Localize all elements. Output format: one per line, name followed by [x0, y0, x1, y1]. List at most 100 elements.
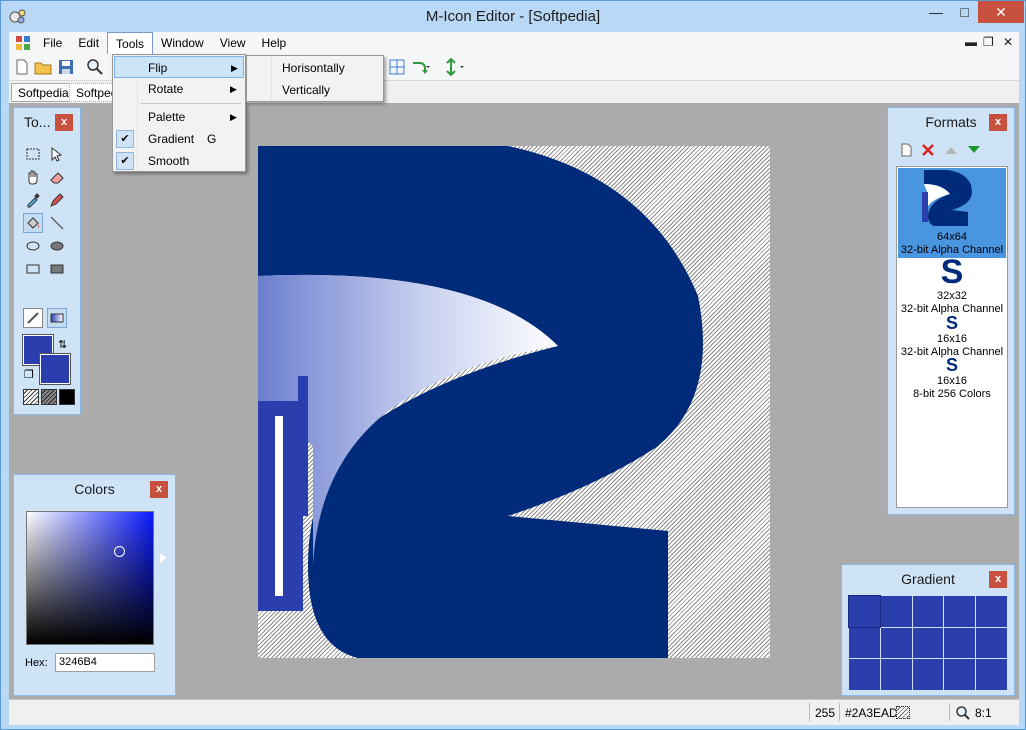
menu-window[interactable]: Window [153, 32, 212, 54]
close-button[interactable]: ✕ [978, 1, 1024, 23]
hex-label: Hex: [25, 657, 48, 669]
grid-icon[interactable] [388, 58, 406, 76]
gradient-panel: Gradient x [841, 564, 1015, 696]
gradient-swatch[interactable] [849, 659, 880, 690]
gradient-swatch[interactable] [880, 627, 912, 659]
gradient-swatch[interactable] [976, 596, 1007, 627]
document-icon[interactable] [15, 35, 31, 51]
gradient-swatch[interactable] [944, 659, 976, 690]
format-size-label: 64x64 [937, 231, 967, 243]
hex-input[interactable]: 3246B4 [55, 653, 155, 672]
menu-help[interactable]: Help [254, 32, 295, 54]
format-thumb-icon: S [940, 253, 964, 291]
tools-panel: To... x ⇅ ❐ [13, 107, 81, 415]
move-down-icon[interactable] [966, 144, 982, 156]
submenu-arrow-icon: ▶ [231, 63, 238, 73]
tools-panel-close-button[interactable]: x [55, 114, 73, 131]
pen-mode-tool[interactable] [23, 308, 43, 328]
flip-vertical-icon[interactable] [442, 58, 466, 76]
menu-item-gradient[interactable]: ✔ Gradient G [114, 128, 244, 150]
doc-tab-softpedia[interactable]: Softpedia [11, 83, 76, 102]
zoom-icon[interactable] [86, 58, 104, 76]
color-picker-field[interactable] [26, 511, 154, 645]
minimize-button[interactable]: — [921, 1, 951, 23]
gradient-swatch[interactable] [912, 659, 944, 690]
default-colors-icon[interactable]: ❐ [24, 368, 34, 381]
eraser-tool[interactable] [47, 167, 67, 187]
format-item-16-256[interactable]: S 16x16 8-bit 256 Colors [898, 355, 1006, 400]
gradient-swatch[interactable] [880, 596, 912, 627]
check-icon: ✔ [116, 152, 134, 170]
rect-filled-tool[interactable] [47, 259, 67, 279]
fill-bucket-tool[interactable] [23, 213, 43, 233]
menu-file[interactable]: File [35, 32, 70, 54]
swap-colors-icon[interactable]: ⇅ [58, 338, 67, 351]
gradient-swatch[interactable] [848, 595, 881, 628]
menu-item-rotate[interactable]: Rotate ▶ [114, 78, 244, 100]
color-picker-cursor[interactable] [114, 546, 125, 557]
gradient-swatch[interactable] [912, 596, 944, 627]
gradient-swatch[interactable] [944, 627, 976, 659]
window-title: M-Icon Editor - [Softpedia] [425, 7, 601, 25]
gradient-swatch[interactable] [912, 627, 944, 659]
format-size-label: 16x16 [937, 333, 967, 345]
gradient-swatch[interactable] [944, 596, 976, 627]
new-file-icon[interactable] [13, 58, 31, 76]
gradient-mode-tool[interactable] [47, 308, 67, 328]
format-size-label: 16x16 [937, 375, 967, 387]
flip-submenu: Horisontally Vertically [246, 55, 384, 102]
menu-item-smooth[interactable]: ✔ Smooth [114, 150, 244, 172]
zoom-icon [956, 706, 970, 720]
icon-canvas[interactable] [258, 146, 770, 658]
format-item-64[interactable]: 64x64 32-bit Alpha Channel [898, 168, 1006, 258]
format-item-16-alpha[interactable]: S 16x16 32-bit Alpha Channel [898, 313, 1006, 358]
gradient-swatch[interactable] [976, 627, 1007, 659]
move-up-icon[interactable] [943, 144, 959, 156]
menu-tools[interactable]: Tools [107, 31, 154, 55]
colors-panel-close-button[interactable]: x [150, 481, 168, 498]
gradient-panel-close-button[interactable]: x [989, 571, 1007, 588]
secondary-color-swatch[interactable] [39, 353, 71, 385]
menu-edit[interactable]: Edit [70, 32, 107, 54]
pattern-light-swatch[interactable] [23, 389, 39, 405]
new-format-icon[interactable] [898, 142, 914, 158]
menu-item-flip[interactable]: Flip ▶ [114, 56, 244, 78]
select-arrow-tool[interactable] [47, 144, 67, 164]
mdi-restore-button[interactable]: ❐ [983, 35, 994, 49]
tools-menu-dropdown: Flip ▶ Rotate ▶ Palette ▶ ✔ Gradient G ✔… [112, 54, 246, 172]
mdi-minimize-button[interactable]: ▬ [965, 35, 977, 49]
open-folder-icon[interactable] [34, 58, 52, 76]
hue-slider-arrow[interactable] [160, 553, 167, 563]
pattern-dark-swatch[interactable] [41, 389, 57, 405]
rotate-icon[interactable] [410, 58, 432, 76]
pencil-tool[interactable] [47, 190, 67, 210]
gradient-swatch[interactable] [880, 659, 912, 690]
status-value: 255 [815, 706, 836, 720]
gradient-swatch[interactable] [976, 659, 1007, 690]
format-size-label: 32x32 [937, 290, 967, 302]
menu-item-flip-horizontal[interactable]: Horisontally [248, 57, 382, 79]
mdi-close-button[interactable]: ✕ [1003, 35, 1013, 49]
status-bar: 255 #2A3EAD 8:1 [9, 699, 1019, 725]
select-rect-tool[interactable] [23, 144, 43, 164]
menu-view[interactable]: View [212, 32, 254, 54]
delete-format-icon[interactable] [920, 142, 936, 158]
black-swatch[interactable] [59, 389, 75, 405]
ellipse-outline-tool[interactable] [23, 236, 43, 256]
gradient-swatch[interactable] [849, 627, 880, 659]
formats-panel-close-button[interactable]: x [989, 114, 1007, 131]
line-tool[interactable] [47, 213, 67, 233]
app-icon[interactable] [9, 7, 27, 25]
ellipse-filled-tool[interactable] [47, 236, 67, 256]
format-thumb-icon [922, 170, 972, 226]
save-icon[interactable] [57, 58, 75, 76]
menu-separator [141, 103, 241, 104]
icon-artwork [258, 146, 703, 658]
menu-item-flip-vertical[interactable]: Vertically [248, 79, 382, 101]
maximize-button[interactable]: □ [951, 1, 978, 23]
rect-outline-tool[interactable] [23, 259, 43, 279]
menu-item-palette[interactable]: Palette ▶ [114, 106, 244, 128]
hand-tool[interactable] [23, 167, 43, 187]
eyedropper-tool[interactable] [23, 190, 43, 210]
format-item-32[interactable]: S 32x32 32-bit Alpha Channel [898, 253, 1006, 315]
